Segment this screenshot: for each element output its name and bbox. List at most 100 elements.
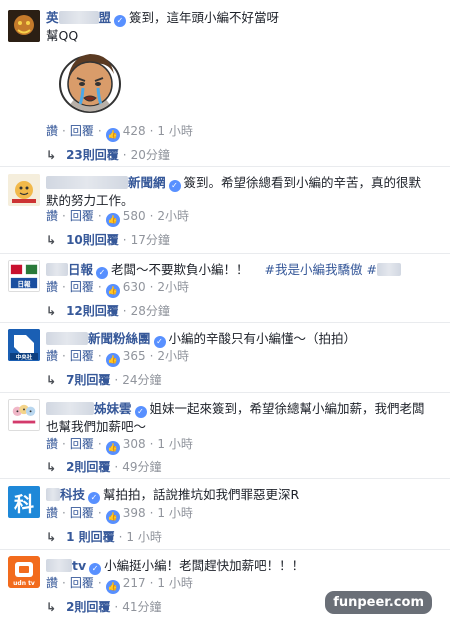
watermark: funpeer.com <box>325 591 432 614</box>
avatar[interactable] <box>8 174 40 206</box>
avatar[interactable]: 中央社 <box>8 329 40 361</box>
replies-link[interactable]: 2則回覆 <box>66 600 110 614</box>
commenter-name[interactable]: 科技 <box>46 487 85 502</box>
reply-arrow-icon: ↳ <box>46 600 57 614</box>
like-button[interactable]: 讚 <box>46 124 58 138</box>
avatar-text: udn tv <box>13 580 35 587</box>
timestamp[interactable]: 1 小時 <box>157 576 192 590</box>
comment-text: 簽到，這年頭小編不好當呀 <box>129 10 280 25</box>
view-replies-row[interactable]: ↳ 1 則回覆 · 1 小時 <box>46 529 162 545</box>
reply-button[interactable]: 回覆 <box>70 349 94 363</box>
like-count[interactable]: 428 <box>123 124 146 138</box>
svg-text:中央社: 中央社 <box>16 353 33 361</box>
reply-button[interactable]: 回覆 <box>70 209 94 223</box>
divider <box>0 253 450 254</box>
view-replies-row[interactable]: ↳ 23則回覆 · 20分鐘 <box>46 147 170 163</box>
like-count[interactable]: 630 <box>123 280 146 294</box>
verified-badge-icon: ✓ <box>168 180 181 192</box>
divider <box>0 478 450 479</box>
replies-link[interactable]: 1 則回覆 <box>66 530 115 544</box>
reply-button[interactable]: 回覆 <box>70 124 94 138</box>
divider <box>0 392 450 393</box>
like-button[interactable]: 讚 <box>46 280 58 294</box>
like-count[interactable]: 308 <box>123 437 146 451</box>
replies-link[interactable]: 2則回覆 <box>66 460 110 474</box>
hashtag-link[interactable]: #我是小編我驕傲 <box>265 262 363 277</box>
timestamp[interactable]: 2小時 <box>157 209 189 223</box>
divider <box>0 549 450 550</box>
like-count[interactable]: 580 <box>123 209 146 223</box>
verified-badge-icon: ✓ <box>153 336 166 348</box>
divider <box>0 322 450 323</box>
reply-button[interactable]: 回覆 <box>70 506 94 520</box>
comment-text: 小編的辛酸只有小編懂～（拍拍） <box>168 331 357 346</box>
avatar[interactable]: 日報 <box>8 260 40 292</box>
like-button[interactable]: 讚 <box>46 349 58 363</box>
view-replies-row[interactable]: ↳ 10則回覆 · 17分鐘 <box>46 232 170 248</box>
comment-text: 姐妹一起來簽到，希望徐總幫小編加薪，我們老闆 <box>149 401 425 416</box>
thumbs-up-icon: 👍 <box>105 510 120 524</box>
commenter-name[interactable]: 新聞網 <box>46 175 166 190</box>
thumbs-up-icon: 👍 <box>105 213 120 227</box>
hashtag-link[interactable]: # <box>366 262 376 277</box>
like-count[interactable]: 365 <box>123 349 146 363</box>
verified-badge-icon: ✓ <box>134 406 147 418</box>
commenter-name[interactable]: 姊妹雲 <box>46 401 132 416</box>
replies-time: 17分鐘 <box>130 233 170 247</box>
view-replies-row[interactable]: ↳ 2則回覆 · 49分鐘 <box>46 459 162 475</box>
reply-arrow-icon: ↳ <box>46 148 57 162</box>
comment-text: 小編挺小編！老闆趕快加薪吧！！！ <box>104 558 305 573</box>
timestamp[interactable]: 1 小時 <box>157 437 192 451</box>
avatar[interactable] <box>8 399 40 431</box>
thumbs-up-icon: 👍 <box>105 353 120 367</box>
crying-sticker-icon <box>59 54 121 113</box>
comment-text: 幫拍拍，話說推坑如我們罪惡更深R <box>103 487 300 502</box>
timestamp[interactable]: 1 小時 <box>157 506 192 520</box>
timestamp[interactable]: 1 小時 <box>157 124 192 138</box>
reply-arrow-icon: ↳ <box>46 460 57 474</box>
replies-time: 49分鐘 <box>122 460 162 474</box>
reply-button[interactable]: 回覆 <box>70 280 94 294</box>
replies-time: 41分鐘 <box>122 600 162 614</box>
replies-link[interactable]: 7則回覆 <box>66 373 110 387</box>
replies-link[interactable]: 12則回覆 <box>66 304 119 318</box>
comment-text-line2: 也幫我們加薪吧～ <box>46 419 147 434</box>
commenter-name[interactable]: tv <box>46 558 86 573</box>
commenter-name[interactable]: 新聞粉絲團 <box>46 331 151 346</box>
reply-button[interactable]: 回覆 <box>70 437 94 451</box>
reply-arrow-icon: ↳ <box>46 530 57 544</box>
comment-text: 簽到。希望徐總看到小編的辛苦，真的很默 <box>183 175 422 190</box>
timestamp[interactable]: 2小時 <box>157 280 189 294</box>
commenter-name[interactable]: 日報 <box>46 262 93 277</box>
replies-link[interactable]: 23則回覆 <box>66 148 119 162</box>
reply-button[interactable]: 回覆 <box>70 576 94 590</box>
comment-text-line2: 幫QQ <box>46 28 79 43</box>
avatar[interactable]: udn tv <box>8 556 40 588</box>
like-count[interactable]: 217 <box>123 576 146 590</box>
replies-time: 20分鐘 <box>130 148 170 162</box>
avatar-text: 科 <box>14 491 34 516</box>
reply-arrow-icon: ↳ <box>46 373 57 387</box>
view-replies-row[interactable]: ↳ 7則回覆 · 24分鐘 <box>46 372 162 388</box>
avatar[interactable] <box>8 10 40 42</box>
verified-badge-icon: ✓ <box>88 492 101 504</box>
verified-badge-icon: ✓ <box>96 267 109 279</box>
reply-arrow-icon: ↳ <box>46 233 57 247</box>
like-button[interactable]: 讚 <box>46 506 58 520</box>
like-button[interactable]: 讚 <box>46 209 58 223</box>
like-count[interactable]: 398 <box>123 506 146 520</box>
avatar[interactable]: 科 <box>8 486 40 518</box>
verified-badge-icon: ✓ <box>114 15 127 27</box>
thumbs-up-icon: 👍 <box>105 284 120 298</box>
like-button[interactable]: 讚 <box>46 576 58 590</box>
view-replies-row[interactable]: ↳ 2則回覆 · 41分鐘 <box>46 599 162 615</box>
timestamp[interactable]: 2小時 <box>157 349 189 363</box>
svg-text:日報: 日報 <box>17 279 31 288</box>
commenter-name[interactable]: 英盟 <box>46 10 111 25</box>
replies-link[interactable]: 10則回覆 <box>66 233 119 247</box>
thumbs-up-icon: 👍 <box>105 441 120 455</box>
view-replies-row[interactable]: ↳ 12則回覆 · 28分鐘 <box>46 303 170 319</box>
comment-text: 老闆～不要欺負小編！！ <box>111 262 249 277</box>
like-button[interactable]: 讚 <box>46 437 58 451</box>
timestamp: 1 小時 <box>126 530 162 544</box>
